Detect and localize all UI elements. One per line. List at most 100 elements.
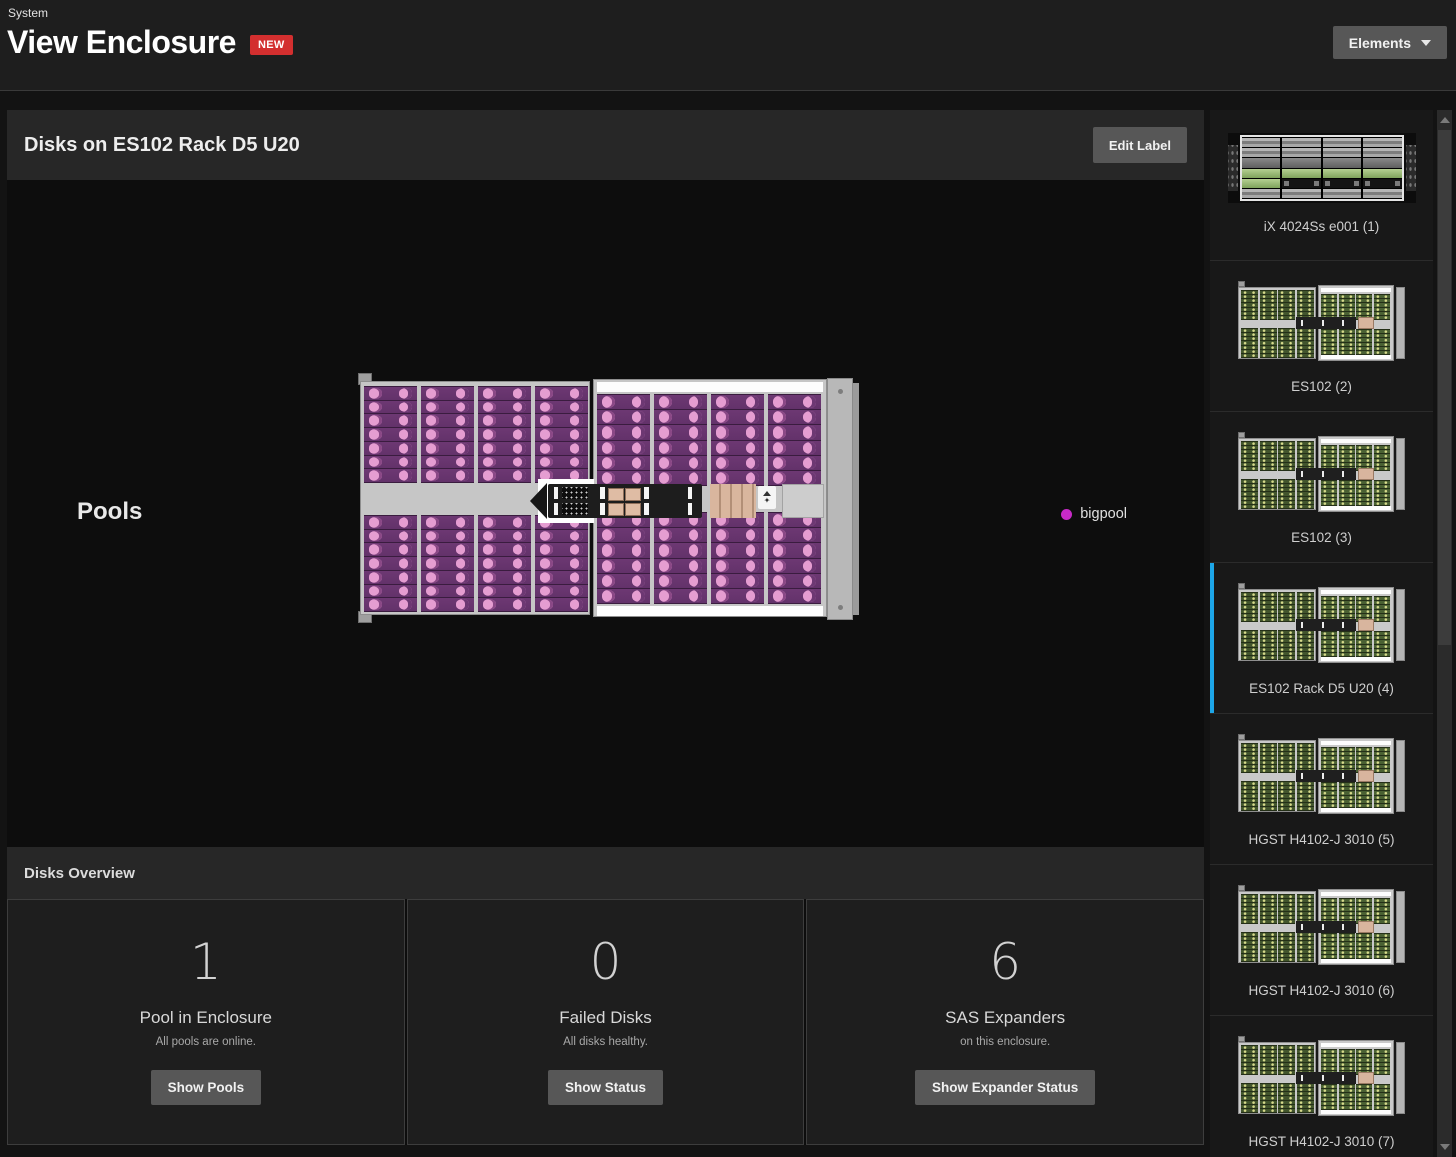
disk-slot[interactable] bbox=[535, 557, 588, 570]
disk-slot[interactable] bbox=[364, 401, 417, 414]
disk-slot[interactable] bbox=[654, 574, 707, 588]
disk-slot[interactable] bbox=[768, 559, 821, 573]
disk-slot[interactable] bbox=[711, 456, 764, 470]
disk-slot[interactable] bbox=[421, 387, 474, 400]
disk-slot[interactable] bbox=[535, 598, 588, 611]
disk-slot[interactable] bbox=[711, 441, 764, 455]
sidebar-item-6[interactable]: HGST H4102-J 3010 (6) bbox=[1210, 865, 1433, 1016]
disk-slot[interactable] bbox=[597, 425, 650, 439]
disk-slot[interactable] bbox=[478, 387, 531, 400]
disk-slot[interactable] bbox=[711, 395, 764, 409]
disk-slot[interactable] bbox=[478, 557, 531, 570]
pool-legend[interactable]: bigpool bbox=[1061, 506, 1127, 522]
disk-slot[interactable] bbox=[768, 456, 821, 470]
show-status-button[interactable]: Show Status bbox=[548, 1070, 663, 1105]
disk-slot[interactable] bbox=[654, 471, 707, 485]
disk-slot[interactable] bbox=[478, 428, 531, 441]
disk-slot[interactable] bbox=[421, 414, 474, 427]
sidebar-item-2[interactable]: ES102 (2) bbox=[1210, 261, 1433, 412]
disk-slot[interactable] bbox=[654, 441, 707, 455]
disk-slot[interactable] bbox=[535, 414, 588, 427]
disk-slot[interactable] bbox=[364, 585, 417, 598]
disk-slot[interactable] bbox=[478, 401, 531, 414]
sidebar-item-5[interactable]: HGST H4102-J 3010 (5) bbox=[1210, 714, 1433, 865]
disk-slot[interactable] bbox=[364, 469, 417, 482]
disk-slot[interactable] bbox=[421, 585, 474, 598]
disk-slot[interactable] bbox=[597, 441, 650, 455]
disk-slot[interactable] bbox=[535, 530, 588, 543]
disk-slot[interactable] bbox=[654, 559, 707, 573]
disk-slot[interactable] bbox=[597, 395, 650, 409]
disk-slot[interactable] bbox=[597, 543, 650, 557]
disk-slot[interactable] bbox=[421, 469, 474, 482]
disk-slot[interactable] bbox=[535, 387, 588, 400]
disk-slot[interactable] bbox=[364, 456, 417, 469]
disk-slot[interactable] bbox=[364, 414, 417, 427]
disk-slot[interactable] bbox=[478, 469, 531, 482]
disk-slot[interactable] bbox=[421, 543, 474, 556]
disk-slot[interactable] bbox=[421, 557, 474, 570]
disk-slot[interactable] bbox=[364, 557, 417, 570]
disk-slot[interactable] bbox=[421, 401, 474, 414]
show-expander-status-button[interactable]: Show Expander Status bbox=[915, 1070, 1095, 1105]
disk-slot[interactable] bbox=[364, 428, 417, 441]
disk-slot[interactable] bbox=[654, 589, 707, 603]
disk-slot[interactable] bbox=[597, 559, 650, 573]
disk-slot[interactable] bbox=[364, 442, 417, 455]
disk-slot[interactable] bbox=[597, 471, 650, 485]
sidebar-scrollbar[interactable] bbox=[1437, 110, 1452, 1157]
scrollbar-thumb[interactable] bbox=[1438, 130, 1451, 645]
disk-slot[interactable] bbox=[654, 456, 707, 470]
disk-slot[interactable] bbox=[768, 410, 821, 424]
disk-slot[interactable] bbox=[478, 456, 531, 469]
disk-slot[interactable] bbox=[597, 528, 650, 542]
disk-slot[interactable] bbox=[597, 410, 650, 424]
disk-slot[interactable] bbox=[768, 528, 821, 542]
disk-slot[interactable] bbox=[535, 543, 588, 556]
disk-slot[interactable] bbox=[478, 414, 531, 427]
show-pools-button[interactable]: Show Pools bbox=[151, 1070, 262, 1105]
disk-slot[interactable] bbox=[654, 410, 707, 424]
disk-slot[interactable] bbox=[711, 574, 764, 588]
disk-slot[interactable] bbox=[654, 543, 707, 557]
disk-slot[interactable] bbox=[597, 456, 650, 470]
disk-slot[interactable] bbox=[478, 530, 531, 543]
disk-slot[interactable] bbox=[654, 395, 707, 409]
disk-slot[interactable] bbox=[421, 456, 474, 469]
sidebar-item-3[interactable]: ES102 (3) bbox=[1210, 412, 1433, 563]
disk-slot[interactable] bbox=[364, 571, 417, 584]
disk-slot[interactable] bbox=[364, 543, 417, 556]
disk-slot[interactable] bbox=[421, 428, 474, 441]
breadcrumb[interactable]: System bbox=[8, 6, 48, 20]
disk-slot[interactable] bbox=[711, 425, 764, 439]
disk-slot[interactable] bbox=[711, 589, 764, 603]
disk-slot[interactable] bbox=[768, 543, 821, 557]
disk-slot[interactable] bbox=[535, 585, 588, 598]
disk-slot[interactable] bbox=[654, 528, 707, 542]
disk-slot[interactable] bbox=[421, 571, 474, 584]
disk-slot[interactable] bbox=[711, 471, 764, 485]
disk-slot[interactable] bbox=[711, 528, 764, 542]
disk-slot[interactable] bbox=[535, 401, 588, 414]
disk-slot[interactable] bbox=[768, 574, 821, 588]
sidebar-item-1[interactable]: iX 4024Ss e001 (1) bbox=[1210, 110, 1433, 261]
disk-slot[interactable] bbox=[535, 428, 588, 441]
disk-slot[interactable] bbox=[421, 516, 474, 529]
disk-slot[interactable] bbox=[535, 571, 588, 584]
disk-slot[interactable] bbox=[711, 410, 764, 424]
disk-slot[interactable] bbox=[421, 598, 474, 611]
disk-slot[interactable] bbox=[421, 530, 474, 543]
disk-slot[interactable] bbox=[478, 543, 531, 556]
disk-slot[interactable] bbox=[478, 442, 531, 455]
disk-slot[interactable] bbox=[364, 387, 417, 400]
disk-slot[interactable] bbox=[535, 442, 588, 455]
disk-slot[interactable] bbox=[597, 574, 650, 588]
disk-slot[interactable] bbox=[364, 516, 417, 529]
sidebar-item-7[interactable]: HGST H4102-J 3010 (7) bbox=[1210, 1016, 1433, 1157]
disk-slot[interactable] bbox=[478, 571, 531, 584]
edit-label-button[interactable]: Edit Label bbox=[1093, 127, 1187, 163]
sidebar-item-4[interactable]: ES102 Rack D5 U20 (4) bbox=[1210, 563, 1433, 714]
disk-slot[interactable] bbox=[768, 395, 821, 409]
disk-slot[interactable] bbox=[711, 543, 764, 557]
disk-slot[interactable] bbox=[711, 559, 764, 573]
